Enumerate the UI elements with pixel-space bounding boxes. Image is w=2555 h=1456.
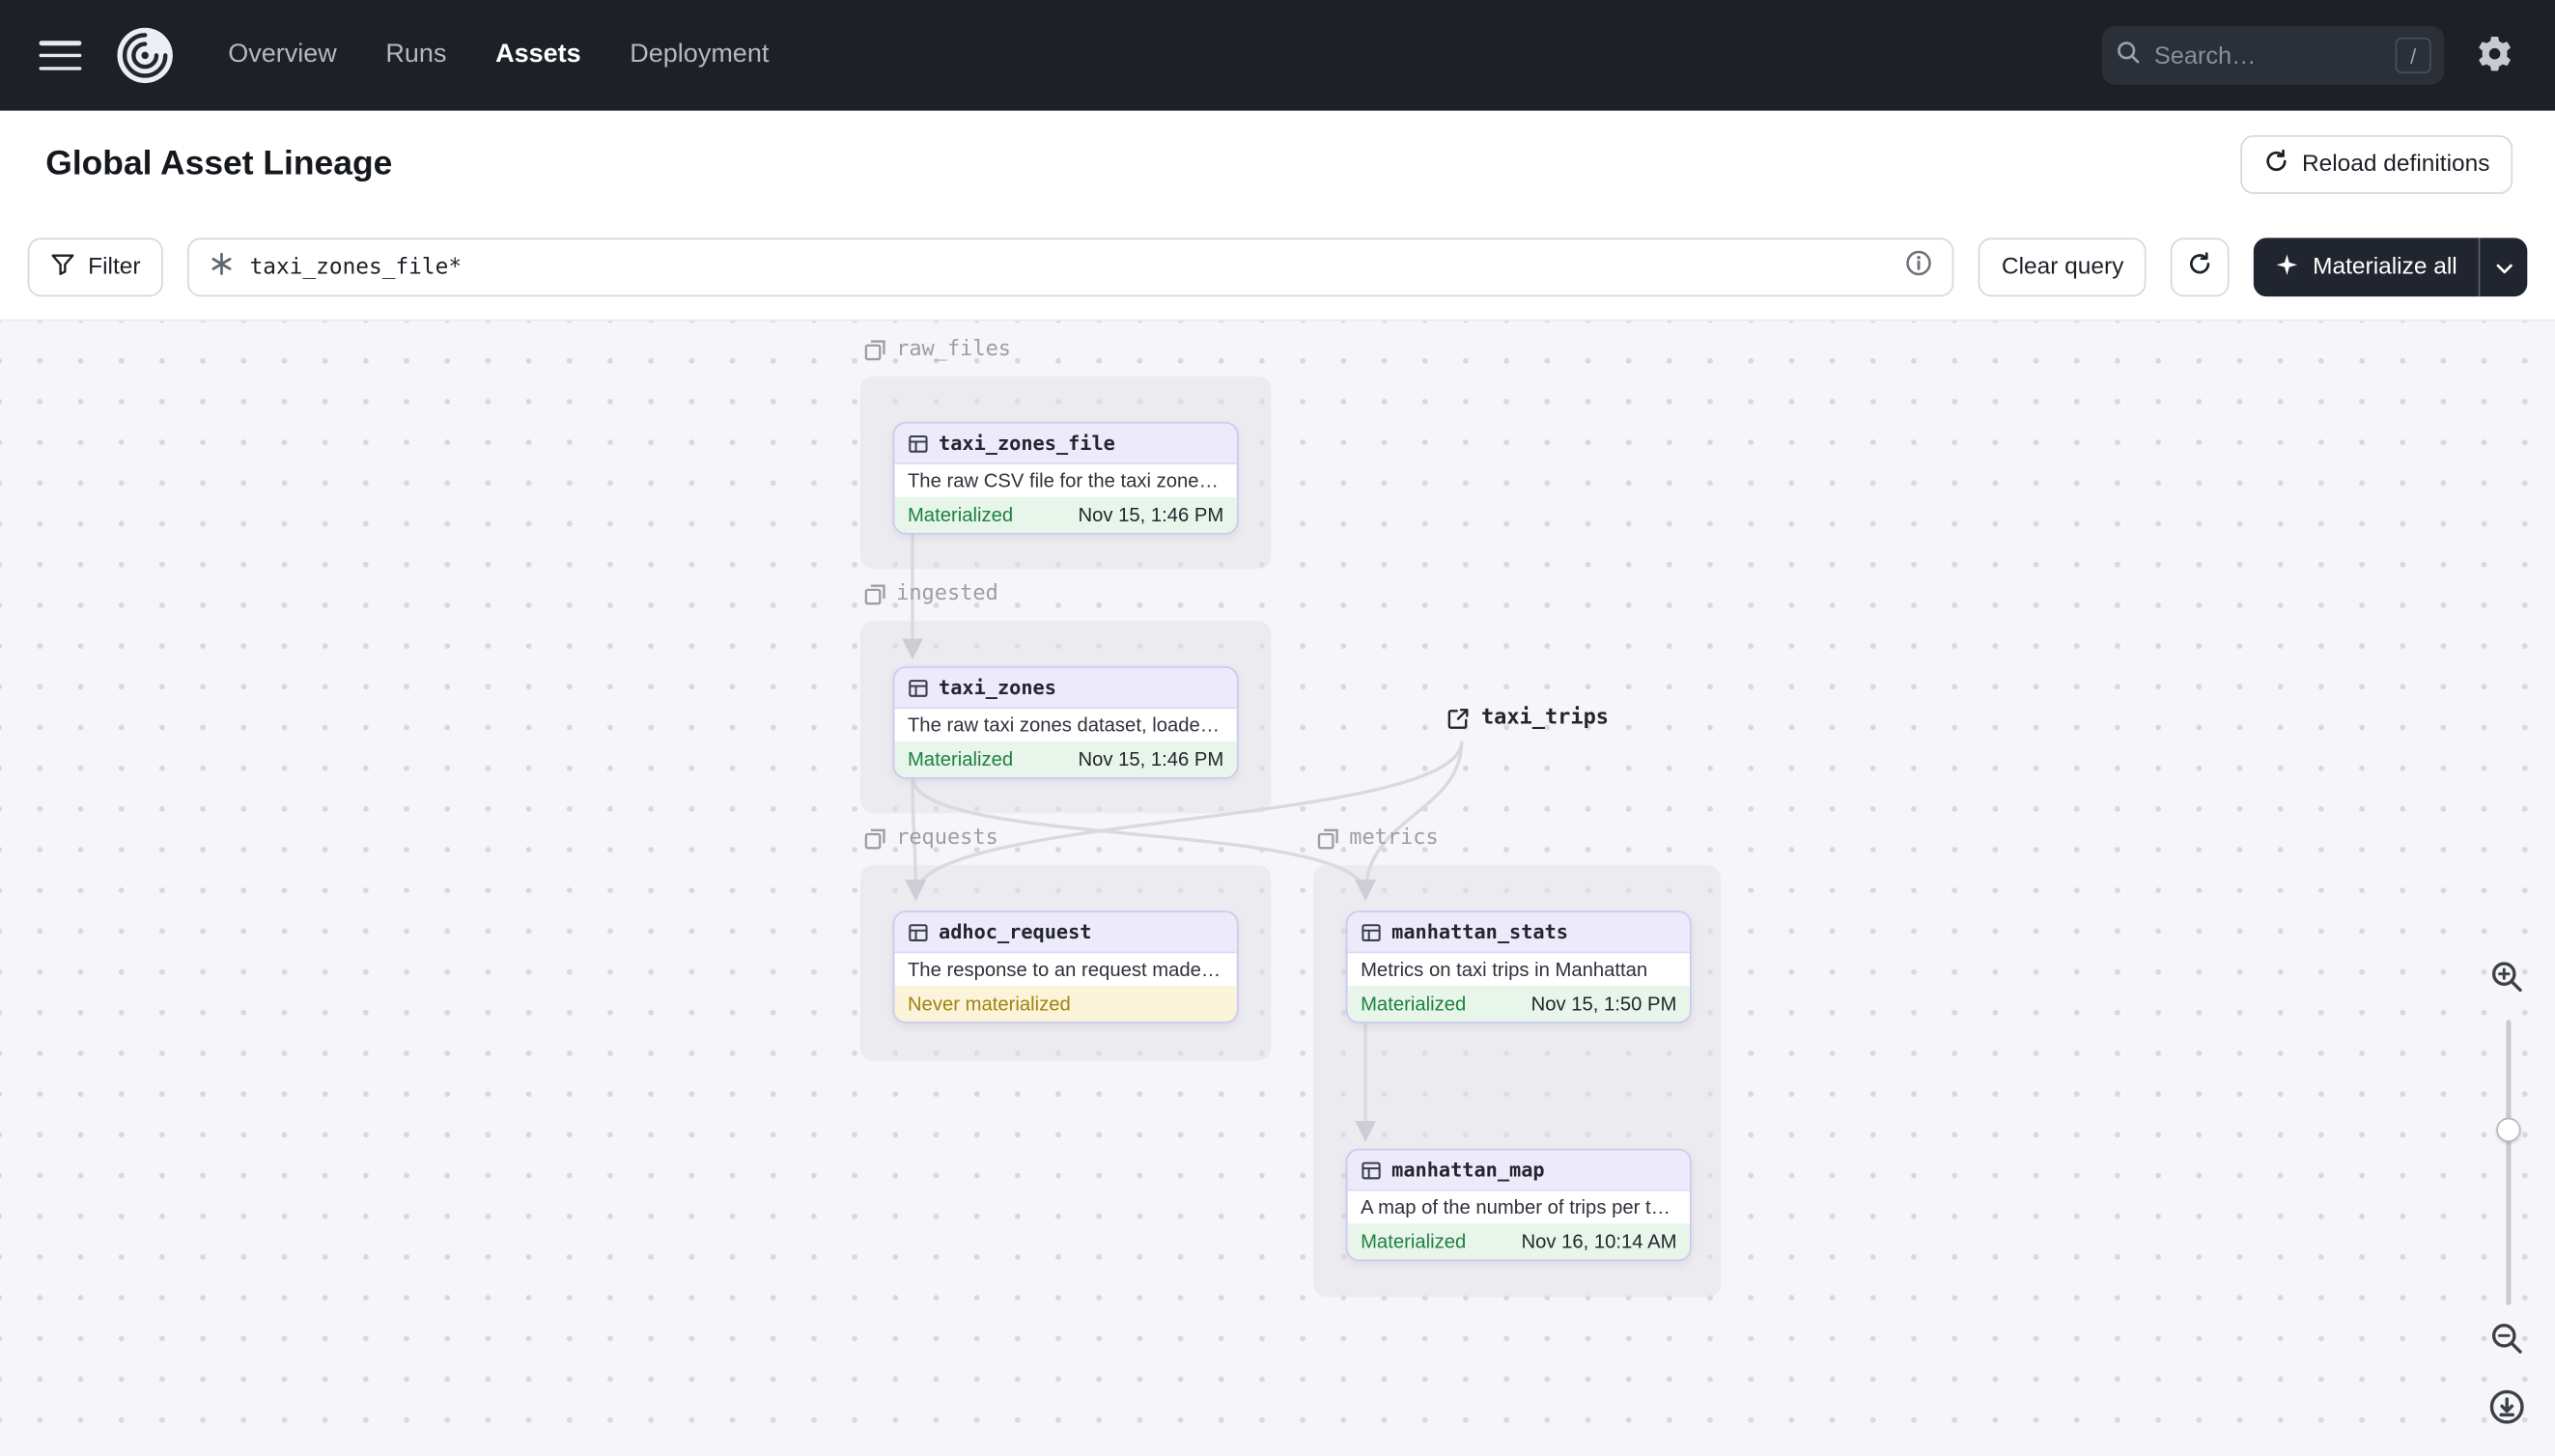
table-icon (1362, 923, 1381, 941)
info-icon[interactable] (1905, 249, 1933, 285)
table-icon (909, 434, 928, 452)
asset-node-header: manhattan_stats (1347, 912, 1690, 954)
status-timestamp: Nov 15, 1:46 PM (1078, 747, 1224, 771)
refresh-icon (2262, 149, 2288, 182)
filter-button[interactable]: Filter (27, 238, 164, 297)
zoom-slider[interactable] (2495, 1020, 2521, 1305)
materialize-dropdown-button[interactable] (2478, 238, 2528, 297)
group-icon (864, 583, 885, 604)
asset-name: taxi_zones_file (939, 432, 1115, 455)
group-label-metrics: metrics (1317, 826, 1439, 851)
reload-definitions-button[interactable]: Reload definitions (2239, 135, 2513, 194)
filter-funnel-icon (50, 252, 74, 283)
menu-button[interactable] (39, 38, 82, 73)
external-link-icon (1447, 708, 1469, 728)
table-icon (1362, 1161, 1381, 1179)
asset-selection-query[interactable] (249, 254, 1892, 281)
top-navbar: Overview Runs Assets Deployment / (0, 0, 2555, 111)
external-asset-taxi-trips[interactable]: taxi_trips (1447, 705, 1610, 730)
status-label: Materialized (907, 503, 1014, 527)
filter-label: Filter (88, 254, 141, 281)
nav-assets[interactable]: Assets (495, 41, 581, 70)
asset-node-header: manhattan_map (1347, 1150, 1690, 1191)
status-label: Materialized (1361, 1230, 1467, 1253)
search-shortcut-badge: / (2395, 37, 2431, 73)
zoom-in-button[interactable] (2484, 953, 2529, 998)
asset-name: manhattan_stats (1391, 920, 1569, 944)
materialize-all-label: Materialize all (2313, 254, 2457, 281)
search-box[interactable]: / (2101, 26, 2445, 85)
zoom-out-button[interactable] (2484, 1315, 2529, 1360)
group-icon (1317, 827, 1338, 849)
page-header: Global Asset Lineage Reload definitions (0, 110, 2555, 219)
status-label: Never materialized (907, 992, 1071, 1016)
asset-selection-input[interactable] (187, 238, 1954, 297)
page-title: Global Asset Lineage (45, 145, 393, 182)
nav-runs[interactable]: Runs (385, 41, 446, 70)
asset-description: The raw CSV file for the taxi zones dat.… (907, 469, 1237, 492)
asset-status-bar: Never materialized (894, 985, 1237, 1022)
zoom-slider-handle[interactable] (2496, 1117, 2521, 1142)
app: Overview Runs Assets Deployment / (0, 0, 2555, 1456)
table-icon (909, 679, 928, 696)
op-selector-icon (209, 250, 235, 284)
lineage-toolbar: Filter Clear query Materialize (0, 218, 2555, 320)
asset-description: Metrics on taxi trips in Manhattan (1361, 958, 1648, 981)
asset-name: manhattan_map (1391, 1158, 1545, 1182)
status-timestamp: Nov 15, 1:46 PM (1078, 503, 1224, 527)
materialize-all-button[interactable]: Materialize all (2254, 238, 2478, 296)
asset-node-header: taxi_zones_file (894, 423, 1237, 464)
dagster-logo[interactable] (114, 24, 176, 86)
external-asset-name: taxi_trips (1480, 705, 1610, 730)
group-icon (864, 339, 885, 360)
chevron-down-icon (2495, 253, 2512, 282)
asset-status-bar: Materialized Nov 16, 10:14 AM (1347, 1223, 1690, 1260)
reload-definitions-label: Reload definitions (2301, 151, 2490, 178)
lineage-canvas[interactable]: raw_files ingested requests metrics taxi… (0, 319, 2555, 1456)
asset-name: taxi_zones (939, 676, 1056, 699)
asset-node-header: taxi_zones (894, 667, 1237, 710)
table-icon (909, 923, 928, 941)
status-label: Materialized (1361, 992, 1467, 1016)
asset-description: A map of the number of trips per taxi z.… (1361, 1195, 1690, 1219)
asset-description: The response to an request made in th... (907, 958, 1237, 981)
asset-status-bar: Materialized Nov 15, 1:46 PM (894, 496, 1237, 533)
asset-name: adhoc_request (939, 920, 1092, 944)
main-nav: Overview Runs Assets Deployment (228, 41, 769, 70)
nav-overview[interactable]: Overview (228, 41, 337, 70)
asset-node-manhattan-stats[interactable]: manhattan_stats Metrics on taxi trips in… (1345, 910, 1692, 1023)
asset-description: The raw taxi zones dataset, loaded int..… (907, 714, 1237, 737)
asset-node-manhattan-map[interactable]: manhattan_map A map of the number of tri… (1345, 1148, 1692, 1262)
nav-deployment[interactable]: Deployment (630, 41, 769, 70)
materialize-all-split-button: Materialize all (2254, 238, 2528, 297)
lineage-edges (902, 532, 1464, 1142)
search-icon (2115, 39, 2141, 72)
group-icon (864, 827, 885, 849)
zoom-slider-track (2506, 1020, 2512, 1305)
asset-status-bar: Materialized Nov 15, 1:46 PM (894, 741, 1237, 777)
asset-node-taxi-zones[interactable]: taxi_zones The raw taxi zones dataset, l… (892, 666, 1239, 779)
group-label-raw-files: raw_files (863, 337, 1011, 362)
asset-node-header: adhoc_request (894, 912, 1237, 954)
clear-query-label: Clear query (2001, 254, 2124, 281)
clear-query-button[interactable]: Clear query (1979, 238, 2148, 297)
group-label-ingested: ingested (863, 581, 998, 606)
asset-node-adhoc-request[interactable]: adhoc_request The response to an request… (892, 910, 1239, 1023)
refresh-query-button[interactable] (2171, 238, 2231, 297)
status-timestamp: Nov 15, 1:50 PM (1530, 992, 1677, 1016)
status-label: Materialized (907, 747, 1014, 771)
status-timestamp: Nov 16, 10:14 AM (1521, 1230, 1677, 1253)
group-label-requests: requests (863, 826, 998, 851)
settings-gear-icon[interactable] (2474, 34, 2516, 76)
search-input[interactable] (2153, 42, 2383, 70)
refresh-icon (2187, 251, 2213, 284)
asset-status-bar: Materialized Nov 15, 1:50 PM (1347, 985, 1690, 1022)
download-view-button[interactable] (2484, 1384, 2529, 1429)
asset-node-taxi-zones-file[interactable]: taxi_zones_file The raw CSV file for the… (892, 422, 1239, 535)
sparkle-icon (2275, 252, 2299, 283)
